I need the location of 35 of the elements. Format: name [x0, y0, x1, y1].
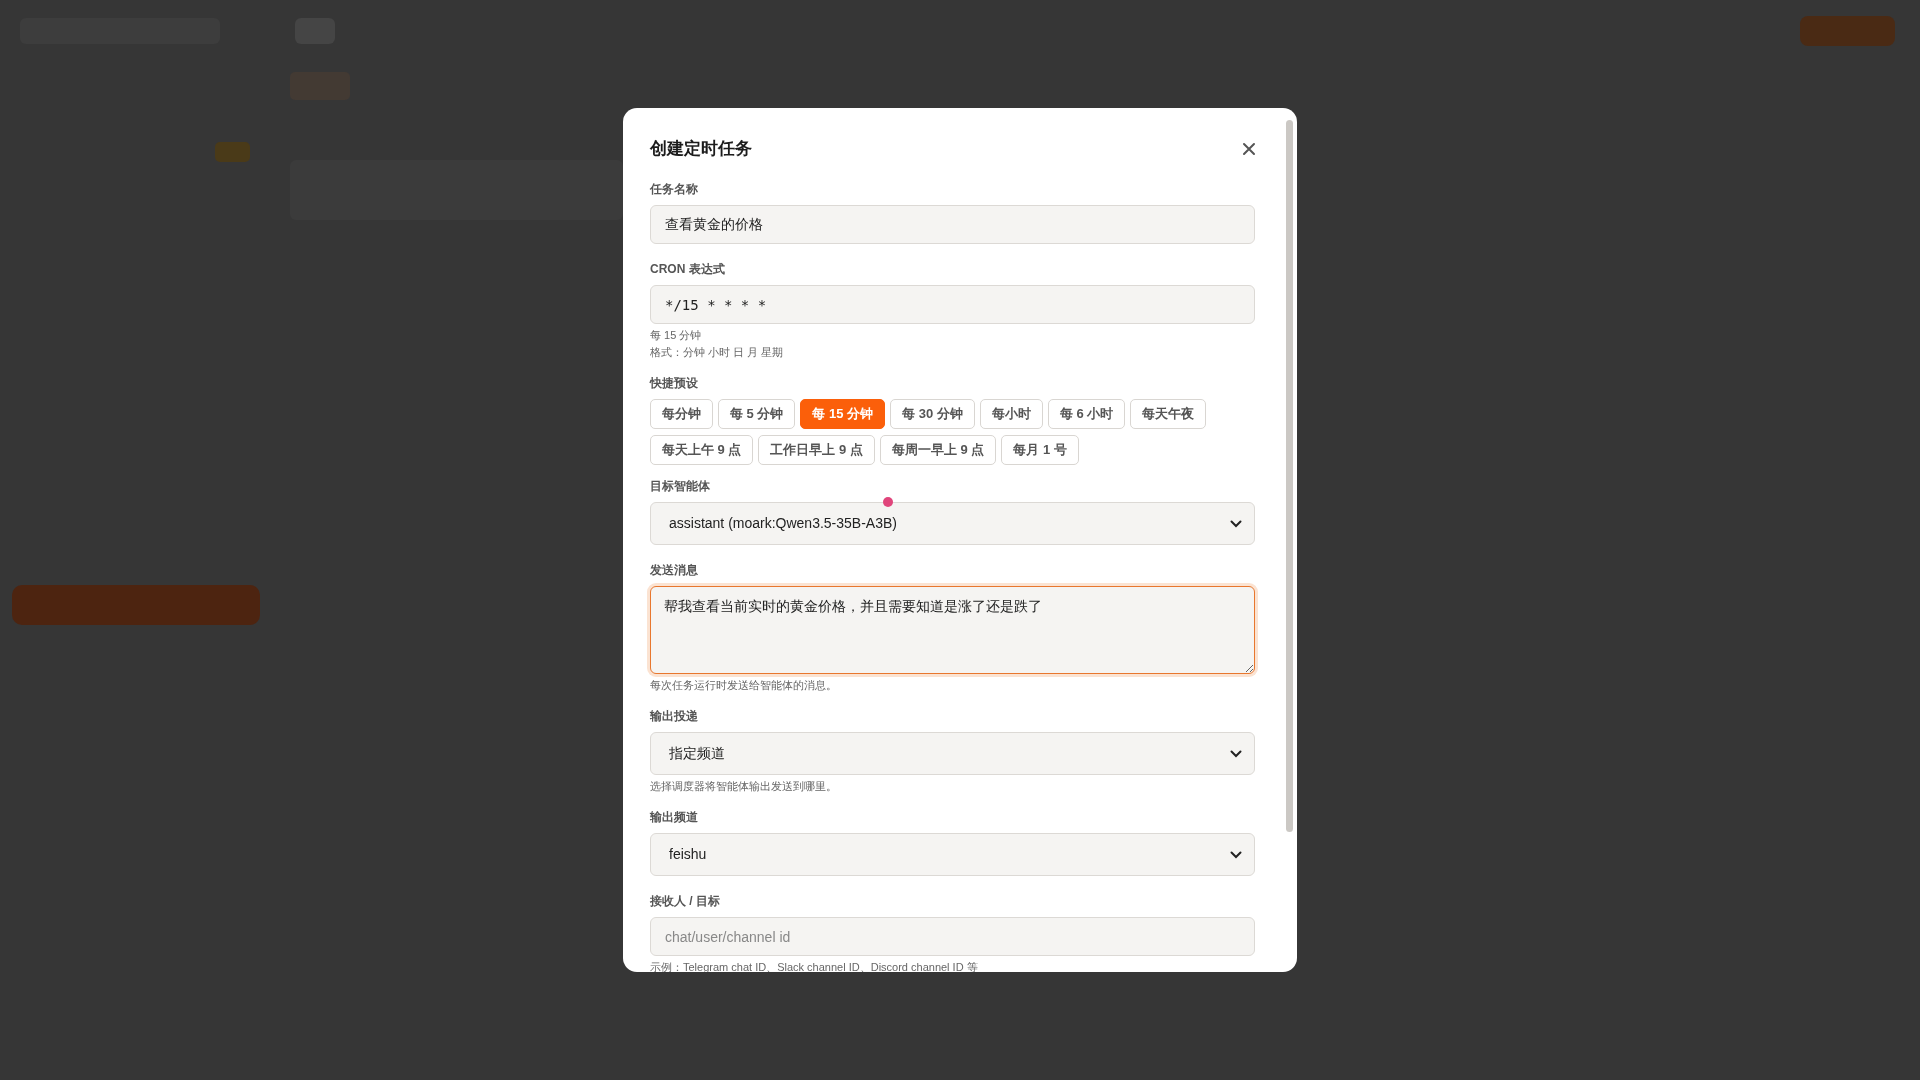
preset-chip[interactable]: 每天上午 9 点	[650, 435, 754, 465]
scrollbar[interactable]	[1286, 120, 1293, 832]
preset-chip[interactable]: 每天午夜	[1130, 399, 1207, 429]
dropdown-select[interactable]: 指定频道	[650, 732, 1255, 775]
field-label: CRON 表达式	[650, 262, 726, 277]
field-label: 发送消息	[650, 563, 699, 578]
field-label: 目标智能体	[650, 479, 711, 494]
text-input-field[interactable]: chat/user/channel id	[650, 917, 1255, 956]
preset-chip[interactable]: 工作日早上 9 点	[758, 435, 875, 465]
message-textarea[interactable]: 帮我查看当前实时的黄金价格，并且需要知道是涨了还是跌了	[650, 586, 1255, 674]
field-label: 快捷预设	[650, 376, 699, 391]
field-label: 接收人 / 目标	[650, 894, 721, 909]
preset-chip[interactable]: 每月 1 号	[1001, 435, 1079, 465]
text-input-field[interactable]: */15 * * * *	[650, 285, 1255, 324]
chevron-down-icon	[1230, 519, 1242, 528]
text-input-field[interactable]: 查看黄金的价格	[650, 205, 1255, 244]
preset-chip[interactable]: 每分钟	[650, 399, 713, 429]
preset-chip[interactable]: 每 30 分钟	[890, 399, 975, 429]
field-label: 输出投递	[650, 709, 699, 724]
blurred-shape	[215, 142, 250, 162]
chevron-down-icon	[1230, 749, 1242, 758]
preset-chip[interactable]: 每 6 小时	[1047, 399, 1126, 429]
hint-text: 每 15 分钟	[650, 328, 703, 343]
hint-text: 选择调度器将智能体输出发送到哪里。	[650, 779, 838, 794]
dropdown-select[interactable]: assistant (moark:Qwen3.5-35B-A3B)	[650, 502, 1255, 545]
field-label: 输出频道	[650, 810, 699, 825]
hint-text: 每次任务运行时发送给智能体的消息。	[650, 678, 838, 693]
hint-text: 格式：分钟 小时 日 月 星期	[650, 345, 785, 360]
preset-chip[interactable]: 每周一早上 9 点	[879, 435, 997, 465]
dialog-title: 创建定时任务	[650, 138, 752, 161]
preset-chip[interactable]: 每小时	[979, 399, 1043, 429]
dropdown-select[interactable]: feishu	[650, 833, 1255, 876]
chevron-down-icon	[1230, 850, 1242, 859]
field-label: 任务名称	[650, 182, 699, 197]
preset-chip[interactable]: 每 5 分钟	[718, 399, 796, 429]
